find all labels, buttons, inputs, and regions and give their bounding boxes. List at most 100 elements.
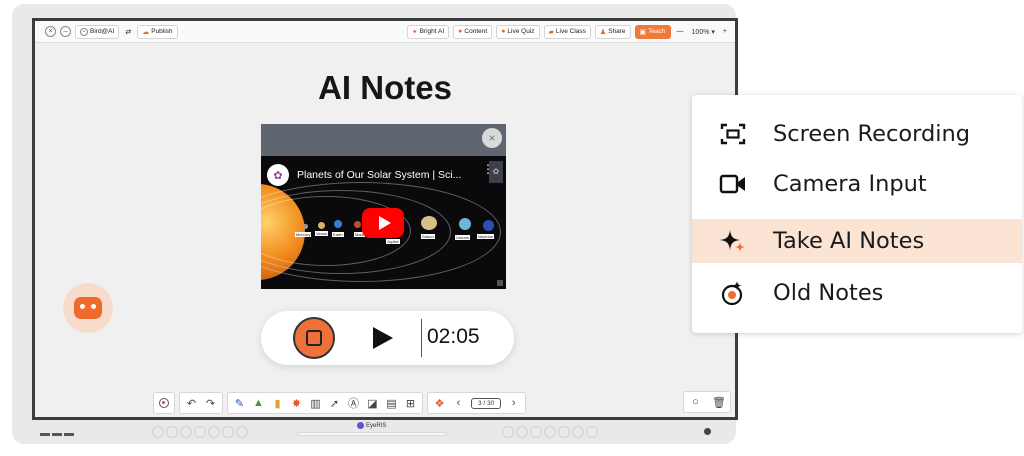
toolbar-right-group: ○ 🗑 (683, 391, 731, 413)
content-button[interactable]: ● Content (453, 24, 493, 39)
sparkle-icon: ✦ (411, 28, 418, 36)
sparkle-icon (719, 227, 747, 255)
share-icon[interactable]: ✿ (489, 161, 503, 183)
fullscreen-icon[interactable] (497, 280, 503, 286)
ai-assistant-button[interactable] (63, 283, 113, 333)
chevron-down-icon: ▾ (711, 28, 715, 36)
menu-item-old-notes[interactable]: Old Notes (692, 271, 1022, 315)
class-icon: ▰ (548, 28, 554, 36)
page-indicator[interactable]: 3 / 30 (471, 397, 502, 409)
menu-item-label: Camera Input (773, 171, 927, 197)
pages-icon[interactable]: ❖ (433, 397, 446, 410)
highlighter-icon[interactable]: ▲ (252, 397, 265, 409)
publish-button[interactable]: ☁ Publish (137, 24, 178, 39)
page-nav: ❖ ‹ 3 / 30 › (427, 392, 527, 414)
drawing-tools: ✎ ▲ ▮ ✸ ▥ ➚ Ⓐ ◪ ▤ ⊞ (227, 392, 423, 414)
ruler-icon[interactable]: ▥ (309, 397, 322, 410)
recording-menu: Screen Recording Camera Input Take AI No… (692, 95, 1022, 333)
text-icon[interactable]: Ⓐ (347, 395, 360, 411)
planet-label: Saturn (421, 234, 435, 239)
brand-bar (297, 432, 447, 436)
planet-label: Uranus (455, 235, 470, 240)
bird-ai-button[interactable]: • Bird@AI (75, 24, 120, 39)
share-icon: ♟ (599, 28, 607, 36)
device-frame: × – • Bird@AI ⇄ ☁ Publish ✦ Bright AI ● … (12, 4, 738, 444)
board-screen: × – • Bird@AI ⇄ ☁ Publish ✦ Bright AI ● … (32, 18, 738, 420)
planet-label: Earth (332, 232, 344, 237)
live-quiz-button[interactable]: ● Live Quiz (496, 24, 540, 39)
bright-ai-button[interactable]: ✦ Bright AI (406, 24, 450, 39)
saturn-image (421, 216, 437, 230)
publish-icon: ☁ (142, 28, 150, 36)
prev-page-icon[interactable]: ‹ (452, 397, 465, 409)
insert-image-icon[interactable]: ▤ (385, 397, 398, 410)
minimize-icon[interactable]: – (60, 26, 71, 37)
video-player[interactable]: × Mercury Venus Earth Mars Jupiter Satur… (261, 124, 506, 289)
menu-item-camera-input[interactable]: Camera Input (692, 162, 1022, 206)
eraser-icon[interactable]: ▮ (271, 397, 284, 410)
recording-timer: 02:05 (427, 325, 480, 348)
zoom-out-button[interactable]: — (675, 28, 686, 35)
channel-logo: ✿ (267, 164, 289, 186)
close-icon: × (488, 131, 496, 145)
add-icon[interactable]: ⊞ (404, 397, 417, 410)
close-icon[interactable]: × (45, 26, 56, 37)
top-bar: × – • Bird@AI ⇄ ☁ Publish ✦ Bright AI ● … (35, 21, 735, 43)
brand-icon (357, 422, 364, 429)
earth-image (334, 220, 342, 228)
zoom-select[interactable]: 100% ▾ (690, 28, 717, 36)
menu-item-take-ai-notes[interactable]: Take AI Notes (692, 219, 1022, 263)
bottom-toolbar: ↶ ↷ ✎ ▲ ▮ ✸ ▥ ➚ Ⓐ ◪ ▤ ⊞ ❖ ‹ 3 / 30 › (153, 391, 617, 415)
video-title: Planets of Our Solar System | Sci... (297, 169, 462, 181)
screen-record-icon (719, 120, 747, 148)
undo-icon[interactable]: ↶ (185, 397, 198, 410)
page-title: AI Notes (318, 69, 452, 106)
circle-icon[interactable]: ○ (689, 396, 702, 408)
bird-icon: • (80, 27, 88, 36)
record-icon[interactable] (159, 398, 169, 408)
planet-label: Venus (315, 231, 329, 236)
play-icon (378, 216, 391, 230)
record-group (153, 392, 175, 414)
trash-icon[interactable]: 🗑 (712, 396, 726, 409)
speaker-grille-right (502, 426, 598, 438)
mercury-image (303, 224, 308, 229)
content-icon: ● (458, 28, 463, 35)
share-button[interactable]: ♟ Share (594, 24, 631, 39)
quiz-icon: ● (501, 28, 506, 35)
next-page-icon[interactable]: › (507, 397, 520, 409)
teach-button[interactable]: ▣ Teach (634, 24, 671, 39)
play-button[interactable] (373, 327, 393, 349)
video-header (261, 124, 506, 156)
planet-label: Neptune (477, 234, 495, 239)
brand-logo: EyeRIS (357, 422, 386, 429)
menu-item-label: Take AI Notes (773, 228, 925, 254)
menu-indicator-icon: ▬▬▬ (40, 428, 76, 439)
stop-icon (306, 330, 322, 346)
speaker-grille-left (152, 426, 248, 438)
redo-icon[interactable]: ↷ (204, 397, 217, 410)
menu-item-screen-recording[interactable]: Screen Recording (692, 112, 1022, 156)
pen-icon[interactable]: ✎ (233, 397, 246, 410)
planet-label: Mercury (295, 232, 312, 237)
device-bezel: ▬▬▬ EyeRIS (12, 418, 736, 444)
live-class-button[interactable]: ▰ Live Class (543, 24, 591, 39)
select-icon[interactable]: ➚ (328, 397, 341, 410)
swap-icon[interactable]: ⇄ (123, 28, 133, 36)
mars-image (354, 221, 361, 228)
menu-item-label: Screen Recording (773, 121, 971, 147)
close-video-button[interactable]: × (482, 128, 502, 148)
notes-history-icon (719, 279, 747, 307)
zoom-in-button[interactable]: + (721, 28, 729, 35)
shapes-icon[interactable]: ◪ (366, 397, 379, 410)
venus-image (318, 222, 325, 229)
planet-label: Jupiter (386, 239, 401, 244)
power-button[interactable] (704, 428, 711, 435)
magic-pen-icon[interactable]: ✸ (290, 397, 303, 410)
stop-button[interactable] (293, 317, 335, 359)
robot-icon (74, 297, 102, 319)
youtube-play-button[interactable] (362, 208, 404, 238)
neptune-image (483, 220, 494, 231)
divider (421, 319, 422, 357)
uranus-image (459, 218, 471, 230)
